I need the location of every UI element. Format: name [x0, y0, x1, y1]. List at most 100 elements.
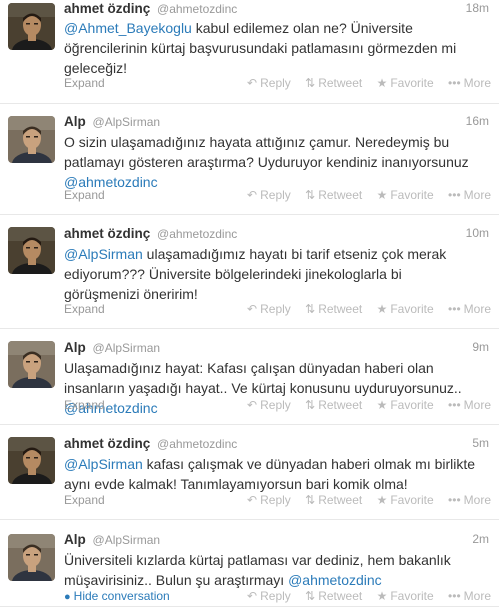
- tweet-text: @Ahmet_Bayekoglu kabul edilemez olan ne?…: [64, 18, 481, 78]
- timestamp[interactable]: 10m: [466, 226, 489, 240]
- reply-button[interactable]: ↶ Reply: [247, 398, 291, 412]
- favorite-button[interactable]: ★ Favorite: [377, 398, 434, 412]
- hide-conversation-link[interactable]: ● Hide conversation: [64, 589, 170, 603]
- reply-button[interactable]: ↶ Reply: [247, 188, 291, 202]
- more-button[interactable]: ••• More: [448, 188, 491, 202]
- tweet[interactable]: ahmet özdinç @ahmetozdinc 5m @AlpSirman …: [0, 425, 499, 520]
- mention-link[interactable]: @ahmetozdinc: [288, 572, 382, 588]
- tweet-header: ahmet özdinç @ahmetozdinc: [64, 226, 237, 241]
- favorite-button[interactable]: ★ Favorite: [377, 76, 434, 90]
- ellipsis-icon: •••: [448, 188, 461, 202]
- expand-label: Expand: [64, 398, 105, 412]
- tweet[interactable]: ahmet özdinç @ahmetozdinc 18m @Ahmet_Bay…: [0, 0, 499, 104]
- favorite-label: Favorite: [390, 398, 434, 412]
- reply-arrow-icon: ↶: [247, 76, 258, 90]
- user-handle[interactable]: @ahmetozdinc: [157, 437, 237, 451]
- reply-arrow-icon: ↶: [247, 493, 258, 507]
- display-name[interactable]: Alp: [64, 340, 86, 355]
- timestamp[interactable]: 16m: [466, 114, 489, 128]
- tweet[interactable]: ahmet özdinç @ahmetozdinc 10m @AlpSirman…: [0, 215, 499, 329]
- favorite-button[interactable]: ★ Favorite: [377, 302, 434, 316]
- favorite-label: Favorite: [390, 188, 434, 202]
- retweet-button[interactable]: ⇅ Retweet: [305, 302, 362, 316]
- user-handle[interactable]: @ahmetozdinc: [157, 227, 237, 241]
- tweet[interactable]: Alp @AlpSirman 2m Üniversiteli kızlarda …: [0, 520, 499, 607]
- expand-link[interactable]: Expand: [64, 76, 105, 90]
- display-name[interactable]: Alp: [64, 532, 86, 547]
- reply-arrow-icon: ↶: [247, 589, 258, 603]
- avatar[interactable]: [8, 116, 55, 163]
- expand-link[interactable]: Expand: [64, 398, 105, 412]
- tweet[interactable]: Alp @AlpSirman 16m O sizin ulaşamadığını…: [0, 104, 499, 215]
- ellipsis-icon: •••: [448, 398, 461, 412]
- favorite-label: Favorite: [390, 76, 434, 90]
- tweet-text-segment: Ulaşamadığınız hayat: Kafası çalışan dün…: [64, 360, 462, 396]
- more-button[interactable]: ••• More: [448, 76, 491, 90]
- star-icon: ★: [376, 302, 388, 316]
- retweet-button[interactable]: ⇅ Retweet: [305, 493, 362, 507]
- reply-button[interactable]: ↶ Reply: [247, 76, 291, 90]
- display-name[interactable]: ahmet özdinç: [64, 1, 150, 16]
- user-handle[interactable]: @AlpSirman: [93, 115, 161, 129]
- display-name[interactable]: Alp: [64, 114, 86, 129]
- timestamp[interactable]: 9m: [472, 340, 489, 354]
- retweet-button[interactable]: ⇅ Retweet: [305, 188, 362, 202]
- more-button[interactable]: ••• More: [448, 398, 491, 412]
- user-handle[interactable]: @AlpSirman: [93, 341, 161, 355]
- retweet-label: Retweet: [318, 589, 363, 603]
- more-label: More: [463, 589, 491, 603]
- more-button[interactable]: ••• More: [448, 493, 491, 507]
- reply-label: Reply: [260, 188, 291, 202]
- expand-link[interactable]: Expand: [64, 493, 105, 507]
- more-label: More: [463, 302, 491, 316]
- retweet-label: Retweet: [318, 493, 363, 507]
- reply-button[interactable]: ↶ Reply: [247, 302, 291, 316]
- user-handle[interactable]: @AlpSirman: [93, 533, 161, 547]
- star-icon: ★: [376, 398, 388, 412]
- display-name[interactable]: ahmet özdinç: [64, 436, 150, 451]
- hide-conversation-label: Hide conversation: [73, 589, 170, 603]
- timestamp[interactable]: 5m: [472, 436, 489, 450]
- favorite-button[interactable]: ★ Favorite: [377, 493, 434, 507]
- avatar[interactable]: [8, 437, 55, 484]
- favorite-button[interactable]: ★ Favorite: [377, 589, 434, 603]
- timestamp[interactable]: 2m: [472, 532, 489, 546]
- favorite-label: Favorite: [390, 493, 434, 507]
- favorite-button[interactable]: ★ Favorite: [377, 188, 434, 202]
- mention-link[interactable]: @Ahmet_Bayekoglu: [64, 20, 192, 36]
- star-icon: ★: [376, 493, 388, 507]
- tweet[interactable]: Alp @AlpSirman 9m Ulaşamadığınız hayat: …: [0, 329, 499, 425]
- user-handle[interactable]: @ahmetozdinc: [157, 2, 237, 16]
- star-icon: ★: [376, 76, 388, 90]
- tweet-text: @AlpSirman kafası çalışmak ve dünyadan h…: [64, 454, 481, 494]
- ellipsis-icon: •••: [448, 493, 461, 507]
- retweet-label: Retweet: [318, 188, 363, 202]
- avatar[interactable]: [8, 3, 55, 50]
- reply-label: Reply: [260, 493, 291, 507]
- mention-link[interactable]: @AlpSirman: [64, 456, 143, 472]
- display-name[interactable]: ahmet özdinç: [64, 226, 150, 241]
- retweet-button[interactable]: ⇅ Retweet: [305, 589, 362, 603]
- avatar[interactable]: [8, 341, 55, 388]
- expand-link[interactable]: Expand: [64, 188, 105, 202]
- more-button[interactable]: ••• More: [448, 302, 491, 316]
- mention-link[interactable]: @AlpSirman: [64, 246, 143, 262]
- avatar[interactable]: [8, 534, 55, 581]
- tweet-header: Alp @AlpSirman: [64, 532, 160, 547]
- avatar[interactable]: [8, 227, 55, 274]
- retweet-icon: ⇅: [305, 188, 316, 202]
- favorite-label: Favorite: [390, 302, 434, 316]
- retweet-icon: ⇅: [305, 589, 316, 603]
- reply-button[interactable]: ↶ Reply: [247, 493, 291, 507]
- retweet-button[interactable]: ⇅ Retweet: [305, 398, 362, 412]
- more-button[interactable]: ••• More: [448, 589, 491, 603]
- timestamp[interactable]: 18m: [466, 1, 489, 15]
- more-label: More: [463, 188, 491, 202]
- expand-link[interactable]: Expand: [64, 302, 105, 316]
- retweet-button[interactable]: ⇅ Retweet: [305, 76, 362, 90]
- reply-button[interactable]: ↶ Reply: [247, 589, 291, 603]
- star-icon: ★: [376, 188, 388, 202]
- ellipsis-icon: •••: [448, 302, 461, 316]
- tweet-actions: ↶ Reply ⇅ Retweet ★ Favorite ••• More: [236, 188, 491, 202]
- reply-arrow-icon: ↶: [247, 188, 258, 202]
